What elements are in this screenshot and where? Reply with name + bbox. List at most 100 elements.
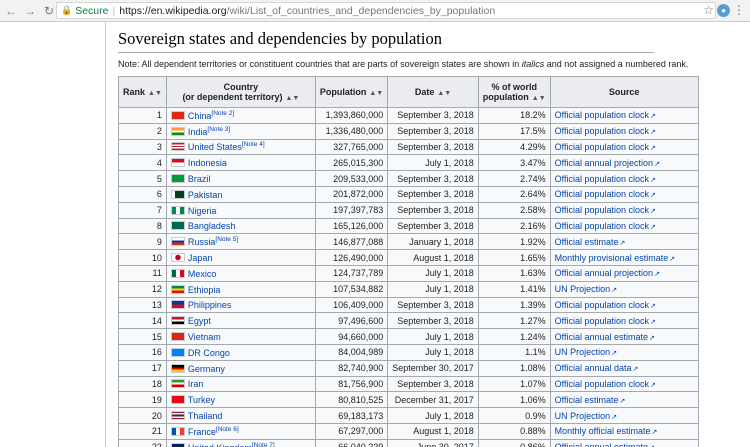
source-link[interactable]: Official annual projection xyxy=(555,268,653,278)
source-link[interactable]: Monthly official estimate xyxy=(555,426,651,436)
source-link[interactable]: Official population clock xyxy=(555,142,649,152)
external-link-icon: ↗ xyxy=(650,208,656,216)
country-link[interactable]: Egypt xyxy=(188,316,211,326)
external-link-icon: ↗ xyxy=(650,318,656,326)
source-link[interactable]: Official population clock xyxy=(555,379,649,389)
source-link[interactable]: Official population clock xyxy=(555,174,649,184)
note-link[interactable]: [Note 4] xyxy=(242,141,265,148)
note-link[interactable]: [Note 5] xyxy=(215,236,238,243)
table-header-row: Rank ▲▼ Country (or dependent territory) ▲▼… xyxy=(118,76,699,108)
country-link[interactable]: Japan xyxy=(188,253,213,263)
source-link[interactable]: Official population clock xyxy=(555,221,649,231)
country-link[interactable]: Thailand xyxy=(188,411,223,421)
source-link[interactable]: Official population clock xyxy=(555,316,649,326)
sort-icon[interactable]: ▲▼ xyxy=(369,90,383,97)
source-link[interactable]: Official population clock xyxy=(555,189,649,199)
country-link[interactable]: DR Congo xyxy=(188,348,230,358)
source-cell: Official population clock↗ xyxy=(549,201,699,219)
country-link[interactable]: Bangladesh xyxy=(188,221,236,231)
source-link[interactable]: Official estimate xyxy=(555,237,619,247)
country-link[interactable]: United States xyxy=(188,142,242,152)
header-percent[interactable]: % of world population ▲▼ xyxy=(477,76,551,108)
country-link[interactable]: China xyxy=(188,111,212,121)
note-link[interactable]: [Note 3] xyxy=(207,126,230,133)
source-link[interactable]: Official population clock xyxy=(555,110,649,120)
table-row: 5 Brazil 209,533,000 September 3, 2018 2.74%… xyxy=(118,170,699,187)
country-link[interactable]: Turkey xyxy=(188,395,215,405)
table-row: 13 Philippines 106,409,000 September 3, 201… xyxy=(118,296,699,314)
external-link-icon: ↗ xyxy=(650,192,656,200)
date-cell: December 31, 2017 xyxy=(387,391,479,409)
source-link[interactable]: Official annual estimate xyxy=(555,442,648,447)
population-cell: 82,740,900 xyxy=(314,359,389,377)
external-link-icon: ↗ xyxy=(611,287,618,295)
browser-menu-icon[interactable]: ⋮ xyxy=(733,3,745,17)
country-link[interactable]: Germany xyxy=(188,364,225,374)
header-population[interactable]: Population ▲▼ xyxy=(314,76,389,108)
flag-icon xyxy=(170,253,185,263)
flag-icon xyxy=(170,237,185,247)
country-link[interactable]: Russia xyxy=(188,237,216,247)
source-link[interactable]: Official population clock xyxy=(555,300,649,310)
country-cell: France[Note 6] xyxy=(165,422,316,440)
header-country[interactable]: Country (or dependent territory) ▲▼ xyxy=(165,76,316,108)
country-cell: Iran xyxy=(165,375,316,393)
sort-icon[interactable]: ▲▼ xyxy=(285,95,299,102)
source-link[interactable]: Official annual estimate xyxy=(555,332,648,342)
table-row: 7 Nigeria 197,397,783 September 3, 2018 2.58… xyxy=(118,201,699,219)
flag-icon xyxy=(170,174,185,184)
source-link[interactable]: UN Projection xyxy=(555,347,611,357)
country-link[interactable]: Pakistan xyxy=(188,190,223,200)
address-bar[interactable]: 🔒 Secure | https://en.wikipedia.org/wiki… xyxy=(56,2,716,19)
bookmark-star-icon[interactable]: ☆ xyxy=(703,3,714,17)
external-link-icon: ↗ xyxy=(611,350,618,358)
country-cell: Bangladesh xyxy=(165,217,316,235)
back-arrow-icon[interactable]: ← xyxy=(3,3,19,19)
flag-icon xyxy=(170,158,185,168)
external-link-icon: ↗ xyxy=(650,144,656,152)
country-link[interactable]: India xyxy=(188,127,208,137)
country-link[interactable]: France xyxy=(188,427,216,437)
header-date[interactable]: Date ▲▼ xyxy=(387,76,479,108)
country-link[interactable]: Indonesia xyxy=(188,158,227,168)
country-link[interactable]: Brazil xyxy=(188,174,211,184)
country-link[interactable]: Ethiopia xyxy=(188,285,221,295)
sort-icon[interactable]: ▲▼ xyxy=(148,90,162,97)
country-link[interactable]: Iran xyxy=(188,379,204,389)
table-row: 8 Bangladesh 165,126,000 September 3, 2018 2… xyxy=(118,217,699,235)
forward-arrow-icon[interactable]: → xyxy=(22,3,38,19)
date-cell: September 3, 2018 xyxy=(387,107,479,124)
flag-icon xyxy=(170,284,185,294)
reload-icon[interactable]: ↻ xyxy=(41,3,57,19)
percent-cell: 1.63% xyxy=(477,264,551,282)
note-link[interactable]: [Note 6] xyxy=(216,426,239,433)
source-cell: Official annual projection↗ xyxy=(549,264,699,282)
country-link[interactable]: Nigeria xyxy=(188,206,217,216)
source-link[interactable]: Official population clock xyxy=(555,126,649,136)
sort-icon[interactable]: ▲▼ xyxy=(532,95,546,102)
country-cell: Ethiopia xyxy=(165,280,316,298)
country-link[interactable]: United Kingdom xyxy=(188,443,252,447)
source-link[interactable]: Official estimate xyxy=(555,395,619,405)
sort-icon[interactable]: ▲▼ xyxy=(437,90,451,97)
percent-cell: 3.47% xyxy=(477,154,551,172)
country-link[interactable]: Philippines xyxy=(188,300,232,310)
external-link-icon: ↗ xyxy=(619,239,626,247)
source-link[interactable]: Official population clock xyxy=(555,205,649,215)
country-link[interactable]: Mexico xyxy=(188,269,217,279)
population-cell: 67,297,000 xyxy=(314,422,389,440)
note-link[interactable]: [Note 7] xyxy=(252,442,275,447)
source-link[interactable]: UN Projection xyxy=(555,411,611,421)
country-link[interactable]: Vietnam xyxy=(188,332,221,342)
source-link[interactable]: Official annual projection xyxy=(555,158,653,168)
extension-icon[interactable]: ● xyxy=(717,4,730,17)
source-link[interactable]: Official annual data xyxy=(555,363,632,373)
header-rank[interactable]: Rank ▲▼ xyxy=(118,76,167,108)
rank-cell: 9 xyxy=(118,233,167,251)
source-link[interactable]: UN Projection xyxy=(555,284,611,294)
note-link[interactable]: [Note 2] xyxy=(211,110,234,117)
header-percent-sublabel: population xyxy=(482,92,529,102)
source-link[interactable]: Monthly provisional estimate xyxy=(555,253,669,263)
date-cell: July 1, 2018 xyxy=(387,343,479,361)
rank-cell: 21 xyxy=(118,422,167,440)
